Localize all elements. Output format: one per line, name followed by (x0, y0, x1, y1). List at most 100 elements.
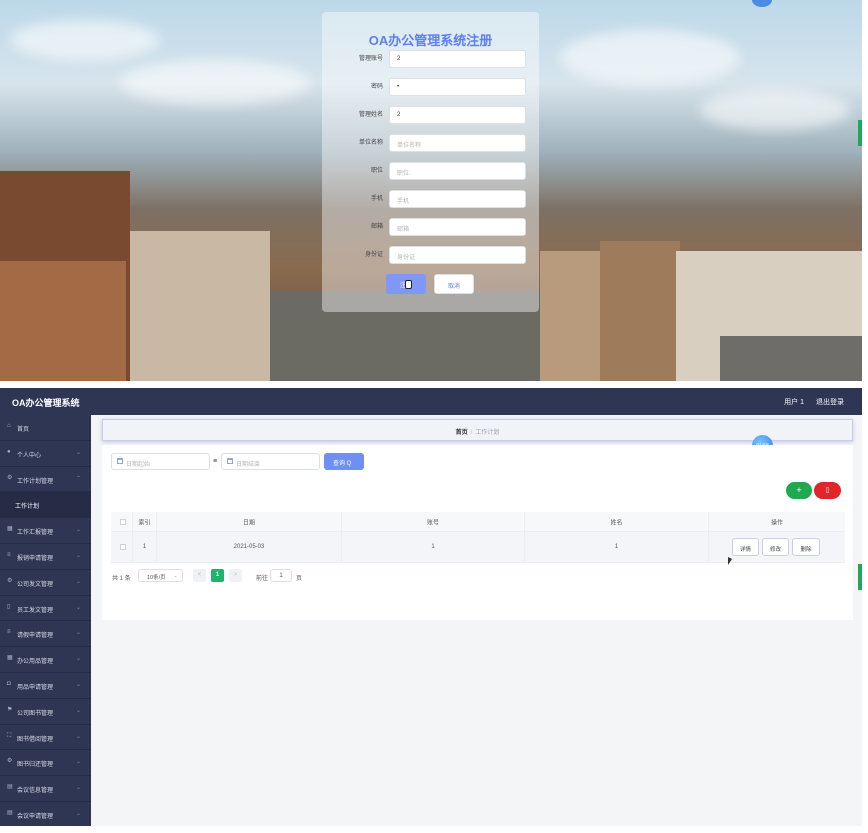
prev-page-button[interactable]: < (193, 569, 206, 582)
sidebar-item-expense[interactable]: ≡ 报销申请管理 ⌄ (0, 544, 91, 570)
field-name: 管理姓名 2 (322, 106, 539, 124)
register-page: OA办公管理系统注册 管理账号 2 密码 • 管理姓名 2 单位名称 单位名称 … (0, 0, 862, 381)
name-input[interactable]: 2 (389, 106, 526, 124)
gear-icon: ⚙ (7, 474, 13, 481)
sidebar-item-work-plan[interactable]: 工作计划 (0, 492, 91, 519)
sidebar-item-label: 工作汇报管理 (17, 530, 54, 537)
current-page-button[interactable]: 1 (211, 569, 224, 582)
add-button[interactable]: + (786, 482, 812, 499)
sidebar-item-office-supplies[interactable]: ▦ 办公用品管理 ⌄ (0, 647, 91, 673)
next-page-button[interactable]: > (229, 569, 242, 582)
sidebar-item-label: 工作计划 (15, 504, 40, 511)
start-date-input[interactable]: 日期起始 (111, 453, 210, 470)
sidebar: ⌂ 首页 ● 个人中心 ⌄ ⚙ 工作计划管理 ⌃ 工作计划 ▦ 工作汇报管理 ⌄ (0, 415, 91, 826)
sidebar-item-work-report[interactable]: ▦ 工作汇报管理 ⌄ (0, 518, 91, 544)
cloud (10, 20, 160, 60)
chevron-down-icon: ⌄ (75, 630, 81, 637)
breadcrumb-separator: / (470, 430, 473, 436)
email-input[interactable]: 邮箱 (389, 218, 526, 236)
sidebar-item-meeting-request[interactable]: ▤ 会议申请管理 ⌄ (0, 802, 91, 826)
list-icon: ≡ (7, 629, 11, 636)
position-input[interactable]: 职位 (389, 162, 526, 180)
logout-link[interactable]: 退出登录 (816, 397, 844, 407)
start-date-placeholder: 日期起始 (126, 462, 151, 468)
field-email: 邮箱 邮箱 (322, 218, 539, 236)
flag-icon: ⚑ (7, 706, 13, 713)
column-header: 日期 (157, 512, 342, 531)
sidebar-item-label: 用品申请管理 (17, 684, 54, 691)
building (600, 241, 680, 381)
field-account: 管理账号 2 (322, 50, 539, 68)
screenshot-root: OA办公管理系统注册 管理账号 2 密码 • 管理姓名 2 单位名称 单位名称 … (0, 0, 868, 833)
account-cell: 1 (342, 532, 525, 562)
frame-icon: ⛶ (7, 732, 12, 739)
detail-button[interactable]: 详情 (732, 538, 759, 556)
list-icon: ≡ (7, 551, 11, 558)
delete-button[interactable]: 删除 (792, 538, 820, 556)
chevron-down-icon: ⌄ (75, 527, 81, 534)
table-row: 1 2021-05-03 1 1 详情 修改 删除 (111, 532, 845, 563)
sidebar-item-home[interactable]: ⌂ 首页 (0, 415, 91, 441)
row-checkbox[interactable] (120, 544, 126, 550)
sidebar-item-leave[interactable]: ≡ 请假申请管理 ⌄ (0, 621, 91, 648)
edge-tab[interactable] (858, 564, 862, 590)
password-input[interactable]: • (389, 78, 526, 96)
sidebar-item-label: 个人中心 (17, 452, 42, 459)
sidebar-item-books[interactable]: ⚑ 公司图书管理 ⌄ (0, 699, 91, 725)
sidebar-item-work-plan-mgmt[interactable]: ⚙ 工作计划管理 ⌃ (0, 467, 91, 493)
goto-page-input[interactable]: 1 (270, 569, 292, 582)
breadcrumb-bar: 首页 / 工作计划 (102, 419, 853, 441)
admin-page: OA办公管理系统 用户 1 退出登录 ⌂ 首页 ● 个人中心 ⌄ ⚙ 工作计划管… (0, 388, 862, 826)
edit-button[interactable]: 修改 (762, 538, 789, 556)
field-label: 管理账号 (358, 56, 383, 62)
sidebar-item-supply-request[interactable]: ◘ 用品申请管理 ⌄ (0, 673, 91, 699)
edge-tab[interactable] (858, 120, 862, 146)
sidebar-item-label: 会议申请管理 (17, 813, 54, 820)
end-date-input[interactable]: 日期结束 (221, 453, 320, 470)
sidebar-item-label: 公司发文管理 (17, 581, 54, 588)
field-label: 邮箱 (370, 224, 383, 230)
field-label: 职位 (370, 168, 383, 174)
page-size-select[interactable]: 10条/页 ⌄ (138, 569, 183, 582)
breadcrumb: 首页 / 工作计划 (103, 427, 852, 436)
mouse-pointer-icon (728, 557, 732, 565)
column-header: 账号 (342, 512, 525, 531)
chevron-down-icon: ⌄ (75, 449, 81, 456)
sidebar-item-profile[interactable]: ● 个人中心 ⌄ (0, 441, 91, 467)
chevron-down-icon: ⌄ (75, 759, 81, 766)
select-cell (111, 532, 133, 562)
query-button[interactable]: 查询 Q (324, 453, 364, 470)
sidebar-item-company-doc[interactable]: ⚙ 公司发文管理 ⌄ (0, 570, 91, 596)
sidebar-item-staff-doc[interactable]: ▯ 员工发文管理 ⌄ (0, 596, 91, 622)
sidebar-item-book-return[interactable]: ⚙ 图书归还管理 ⌄ (0, 750, 91, 777)
sidebar-item-book-borrow[interactable]: ⛶ 图书借阅管理 ⌄ (0, 725, 91, 751)
sidebar-item-meeting-info[interactable]: ▤ 会议信息管理 ⌄ (0, 776, 91, 802)
cancel-button[interactable]: 取消 (434, 274, 474, 294)
phone-input[interactable]: 手机 (389, 190, 526, 208)
select-all-checkbox[interactable] (120, 518, 126, 525)
register-form: OA办公管理系统注册 管理账号 2 密码 • 管理姓名 2 单位名称 单位名称 … (322, 12, 539, 312)
batch-delete-button[interactable]: ▯ (814, 482, 841, 499)
field-label: 手机 (370, 196, 383, 202)
name-cell: 1 (525, 532, 709, 562)
column-header: 操作 (770, 520, 783, 526)
chevron-down-icon: ⌄ (75, 785, 81, 792)
work-plan-table: 索引 日期 账号 姓名 操作 1 2021-05-03 1 1 详情 修改 删除 (111, 512, 845, 563)
chevron-down-icon: ⌄ (75, 810, 81, 817)
breadcrumb-home[interactable]: 首页 (456, 430, 468, 436)
hand-cursor-icon (405, 280, 412, 289)
sidebar-item-label: 图书归还管理 (17, 762, 54, 769)
chevron-down-icon: ⌄ (75, 656, 81, 663)
main-content: 首页/工作计划 01:58 日期起始 ≡ 日期结束 查询 Q + ▯ (91, 415, 862, 826)
lock-icon: ◘ (7, 680, 11, 687)
doc-icon: ▤ (7, 784, 13, 791)
building (720, 336, 862, 381)
idcard-input[interactable]: 身份证 (389, 246, 526, 264)
building (130, 231, 270, 381)
company-input[interactable]: 单位名称 (389, 134, 526, 152)
account-input[interactable]: 2 (389, 50, 526, 68)
sidebar-item-label: 报销申请管理 (17, 555, 54, 562)
field-phone: 手机 手机 (322, 190, 539, 208)
field-label: 管理姓名 (358, 112, 383, 118)
sidebar-item-label: 会议信息管理 (17, 788, 54, 795)
